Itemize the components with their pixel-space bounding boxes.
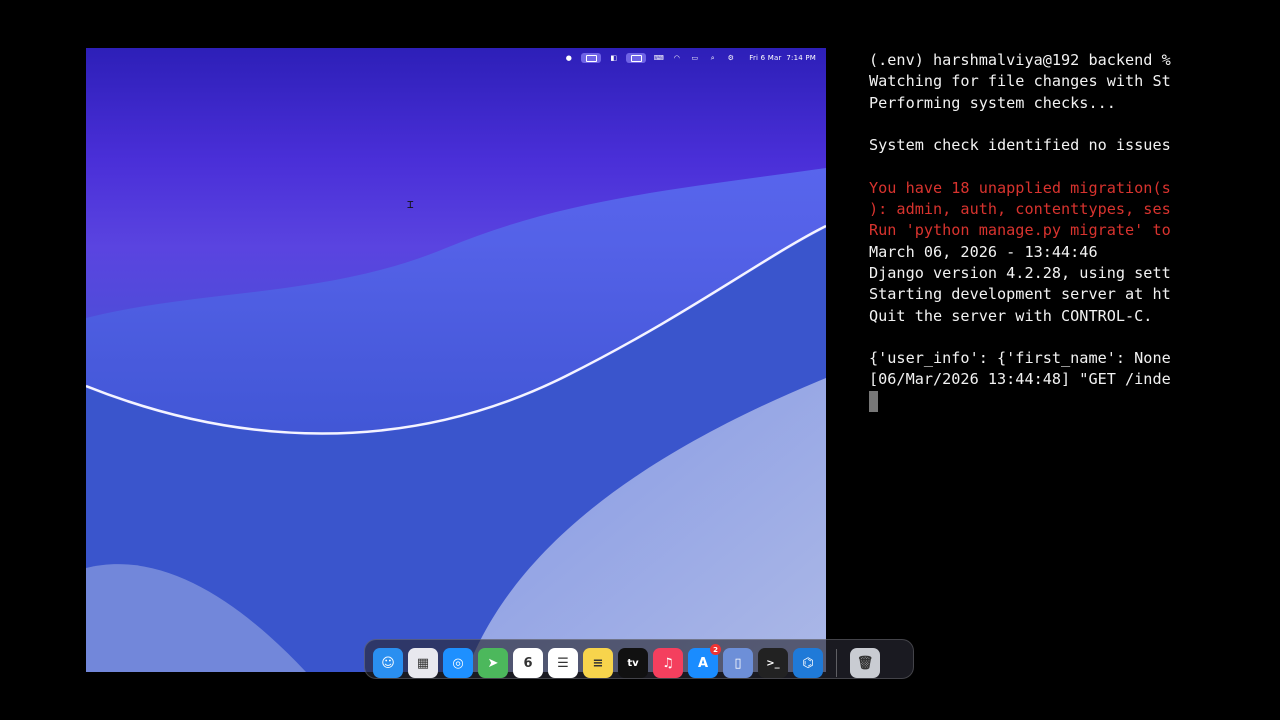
terminal-line: {'user_info': {'first_name': None xyxy=(869,349,1171,368)
dock-separator xyxy=(836,649,837,677)
terminal-app[interactable]: >_ xyxy=(758,648,788,678)
finder-app[interactable]: ☺ xyxy=(373,648,403,678)
vscode-app[interactable]: ⌬ xyxy=(793,648,823,678)
menu-bar: ● ◧ ⌨ ◠ ▭ ⌕ ⚙ Fri 6 Mar 7:14 PM xyxy=(86,48,826,68)
vscode-icon: ⌬ xyxy=(802,655,814,671)
launchpad-app[interactable]: ▦ xyxy=(408,648,438,678)
terminal-line: Performing system checks... xyxy=(869,93,1116,112)
tv-icon: tv xyxy=(627,657,639,669)
spotlight-icon[interactable]: ⌕ xyxy=(707,54,718,63)
terminal-cursor xyxy=(869,390,878,412)
notification-badge: 2 xyxy=(710,644,721,655)
desktop-wallpaper: ● ◧ ⌨ ◠ ▭ ⌕ ⚙ Fri 6 Mar 7:14 PM ⌶ xyxy=(86,48,826,672)
launchpad-icon: ▦ xyxy=(416,655,430,671)
terminal-icon: >_ xyxy=(766,657,780,669)
menu-bar-time: 7:14 PM xyxy=(786,54,816,62)
trash-icon: 🗑 xyxy=(856,655,874,671)
terminal-line: Django version 4.2.28, using sett xyxy=(869,263,1171,282)
music-icon: ♫ xyxy=(662,655,674,671)
notes-icon: ≡ xyxy=(592,655,604,671)
trash-app[interactable]: 🗑 xyxy=(850,648,880,678)
music-app[interactable]: ♫ xyxy=(653,648,683,678)
finder-icon: ☺ xyxy=(381,655,395,671)
terminal-line: ): admin, auth, contenttypes, ses xyxy=(869,200,1171,219)
text-cursor-icon: ⌶ xyxy=(407,198,414,211)
battery-icon[interactable]: ▭ xyxy=(689,54,700,63)
terminal-line: (.env) harshmalviya@192 backend % xyxy=(869,51,1171,69)
app-store-icon: A xyxy=(697,655,709,671)
menu-bar-date: Fri 6 Mar xyxy=(749,54,782,62)
keyboard-icon[interactable]: ⌨ xyxy=(653,54,664,63)
terminal-line: System check identified no issues xyxy=(869,136,1171,155)
terminal-line: You have 18 unapplied migration(s xyxy=(869,178,1171,197)
reminders-app[interactable]: ☰ xyxy=(548,648,578,678)
terminal-line: March 06, 2026 - 13:44:46 xyxy=(869,242,1098,261)
terminal-line: Watching for file changes with St xyxy=(869,72,1171,91)
calendar-app[interactable]: 6 xyxy=(513,648,543,678)
dock: ☺ ▦ ◎ ➤ 6 ☰ ≡ tv ♫ A 2 ▯ >_ ⌬ 🗑 xyxy=(364,639,914,679)
terminal-output[interactable]: (.env) harshmalviya@192 backend % Watchin… xyxy=(869,50,1193,412)
app-store-app[interactable]: A2 xyxy=(688,644,721,678)
screen-share-icon[interactable] xyxy=(581,53,602,63)
record-icon[interactable]: ● xyxy=(563,54,574,63)
stage-manager-icon[interactable]: ◧ xyxy=(608,54,619,63)
safari-app[interactable]: ◎ xyxy=(443,648,473,678)
terminal-line: Starting development server at ht xyxy=(869,285,1171,304)
iphone-mirroring-icon: ▯ xyxy=(734,655,742,671)
wallpaper-waves xyxy=(86,168,826,672)
window-icon[interactable] xyxy=(626,53,647,63)
terminal-line: [06/Mar/2026 13:44:48] "GET /inde xyxy=(869,370,1171,389)
control-center-icon[interactable]: ⚙ xyxy=(725,54,736,63)
wifi-icon[interactable]: ◠ xyxy=(671,54,682,63)
notes-app[interactable]: ≡ xyxy=(583,648,613,678)
tv-app[interactable]: tv xyxy=(618,648,648,678)
terminal-line: Quit the server with CONTROL-C. xyxy=(869,306,1153,325)
maps-icon: ➤ xyxy=(487,655,499,671)
calendar-icon: 6 xyxy=(523,655,533,671)
safari-icon: ◎ xyxy=(452,655,464,671)
iphone-mirroring-app[interactable]: ▯ xyxy=(723,648,753,678)
menu-bar-clock[interactable]: Fri 6 Mar 7:14 PM xyxy=(749,54,816,62)
terminal-line: Run 'python manage.py migrate' to xyxy=(869,221,1171,240)
reminders-icon: ☰ xyxy=(557,655,569,671)
maps-app[interactable]: ➤ xyxy=(478,648,508,678)
terminal-prompt-line[interactable] xyxy=(869,390,1193,412)
